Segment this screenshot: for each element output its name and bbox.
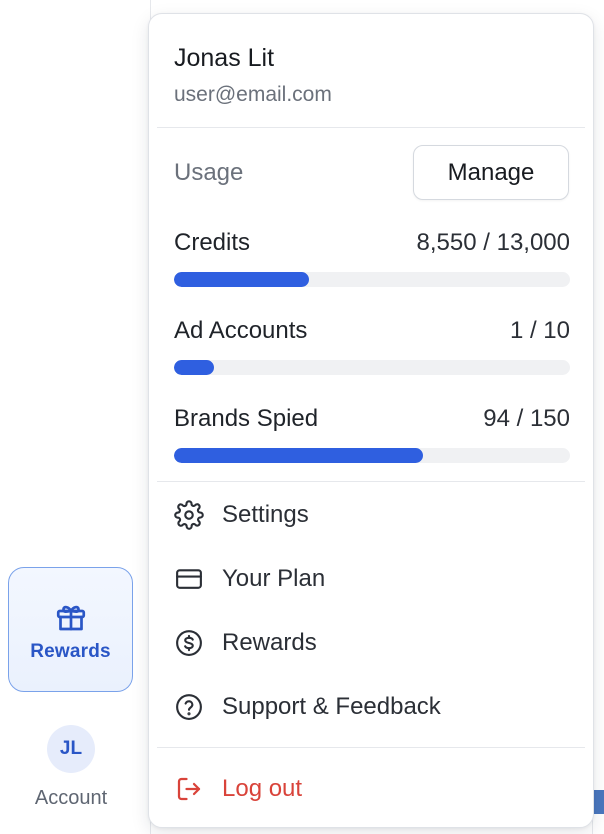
meter-value: 94 / 150 [483,405,570,432]
meter-label: Credits [174,229,251,256]
menu-item-label: Settings [222,501,309,528]
background-partial-element [594,790,604,814]
menu-item-label: Your Plan [222,565,326,592]
progress-track [174,272,570,287]
account-menu: Jonas Lit user@email.com Usage Manage Cr… [148,13,594,828]
divider [157,481,585,482]
gift-icon [56,605,85,630]
menu-item-settings[interactable]: Settings [174,500,309,530]
progress-fill [174,272,309,287]
manage-button[interactable]: Manage [413,145,569,200]
user-name: Jonas Lit [174,44,275,72]
menu-item-your-plan[interactable]: Your Plan [174,564,325,594]
meter-label: Brands Spied [174,405,319,432]
usage-heading: Usage [174,159,244,186]
menu-item-support-feedback[interactable]: Support & Feedback [174,692,441,722]
menu-item-label: Support & Feedback [222,693,441,720]
logout-icon [177,777,201,801]
logout-label: Log out [222,775,303,802]
meter-value: 8,550 / 13,000 [416,229,570,256]
divider [157,127,585,128]
usage-meter-brands-spied: Brands Spied 94 / 150 [174,405,570,463]
usage-meter-ad-accounts: Ad Accounts 1 / 10 [174,317,570,375]
sidebar-rewards-button[interactable]: Rewards [8,567,133,692]
user-email: user@email.com [174,83,332,106]
meter-value: 1 / 10 [509,317,570,344]
help-circle-icon [176,694,202,720]
logout-button[interactable]: Log out [174,774,302,804]
sidebar-rewards-label: Rewards [30,640,111,662]
user-info: Jonas Lit user@email.com [174,44,332,107]
credit-card-icon [176,569,202,589]
progress-fill [174,448,424,463]
progress-track [174,448,570,463]
dollar-circle-icon [176,630,202,656]
menu-item-label: Rewards [222,629,317,656]
progress-track [174,360,570,375]
meter-label: Ad Accounts [174,317,308,344]
sidebar-account-button[interactable]: JL Account [10,725,132,810]
sidebar-account-label: Account [34,787,108,809]
progress-fill [174,360,214,375]
gear-icon [174,500,204,530]
avatar: JL [47,725,95,773]
menu-item-rewards[interactable]: Rewards [174,628,317,658]
left-sidebar: Rewards JL Account [0,0,151,834]
divider [157,747,585,748]
usage-meter-credits: Credits 8,550 / 13,000 [174,229,570,287]
